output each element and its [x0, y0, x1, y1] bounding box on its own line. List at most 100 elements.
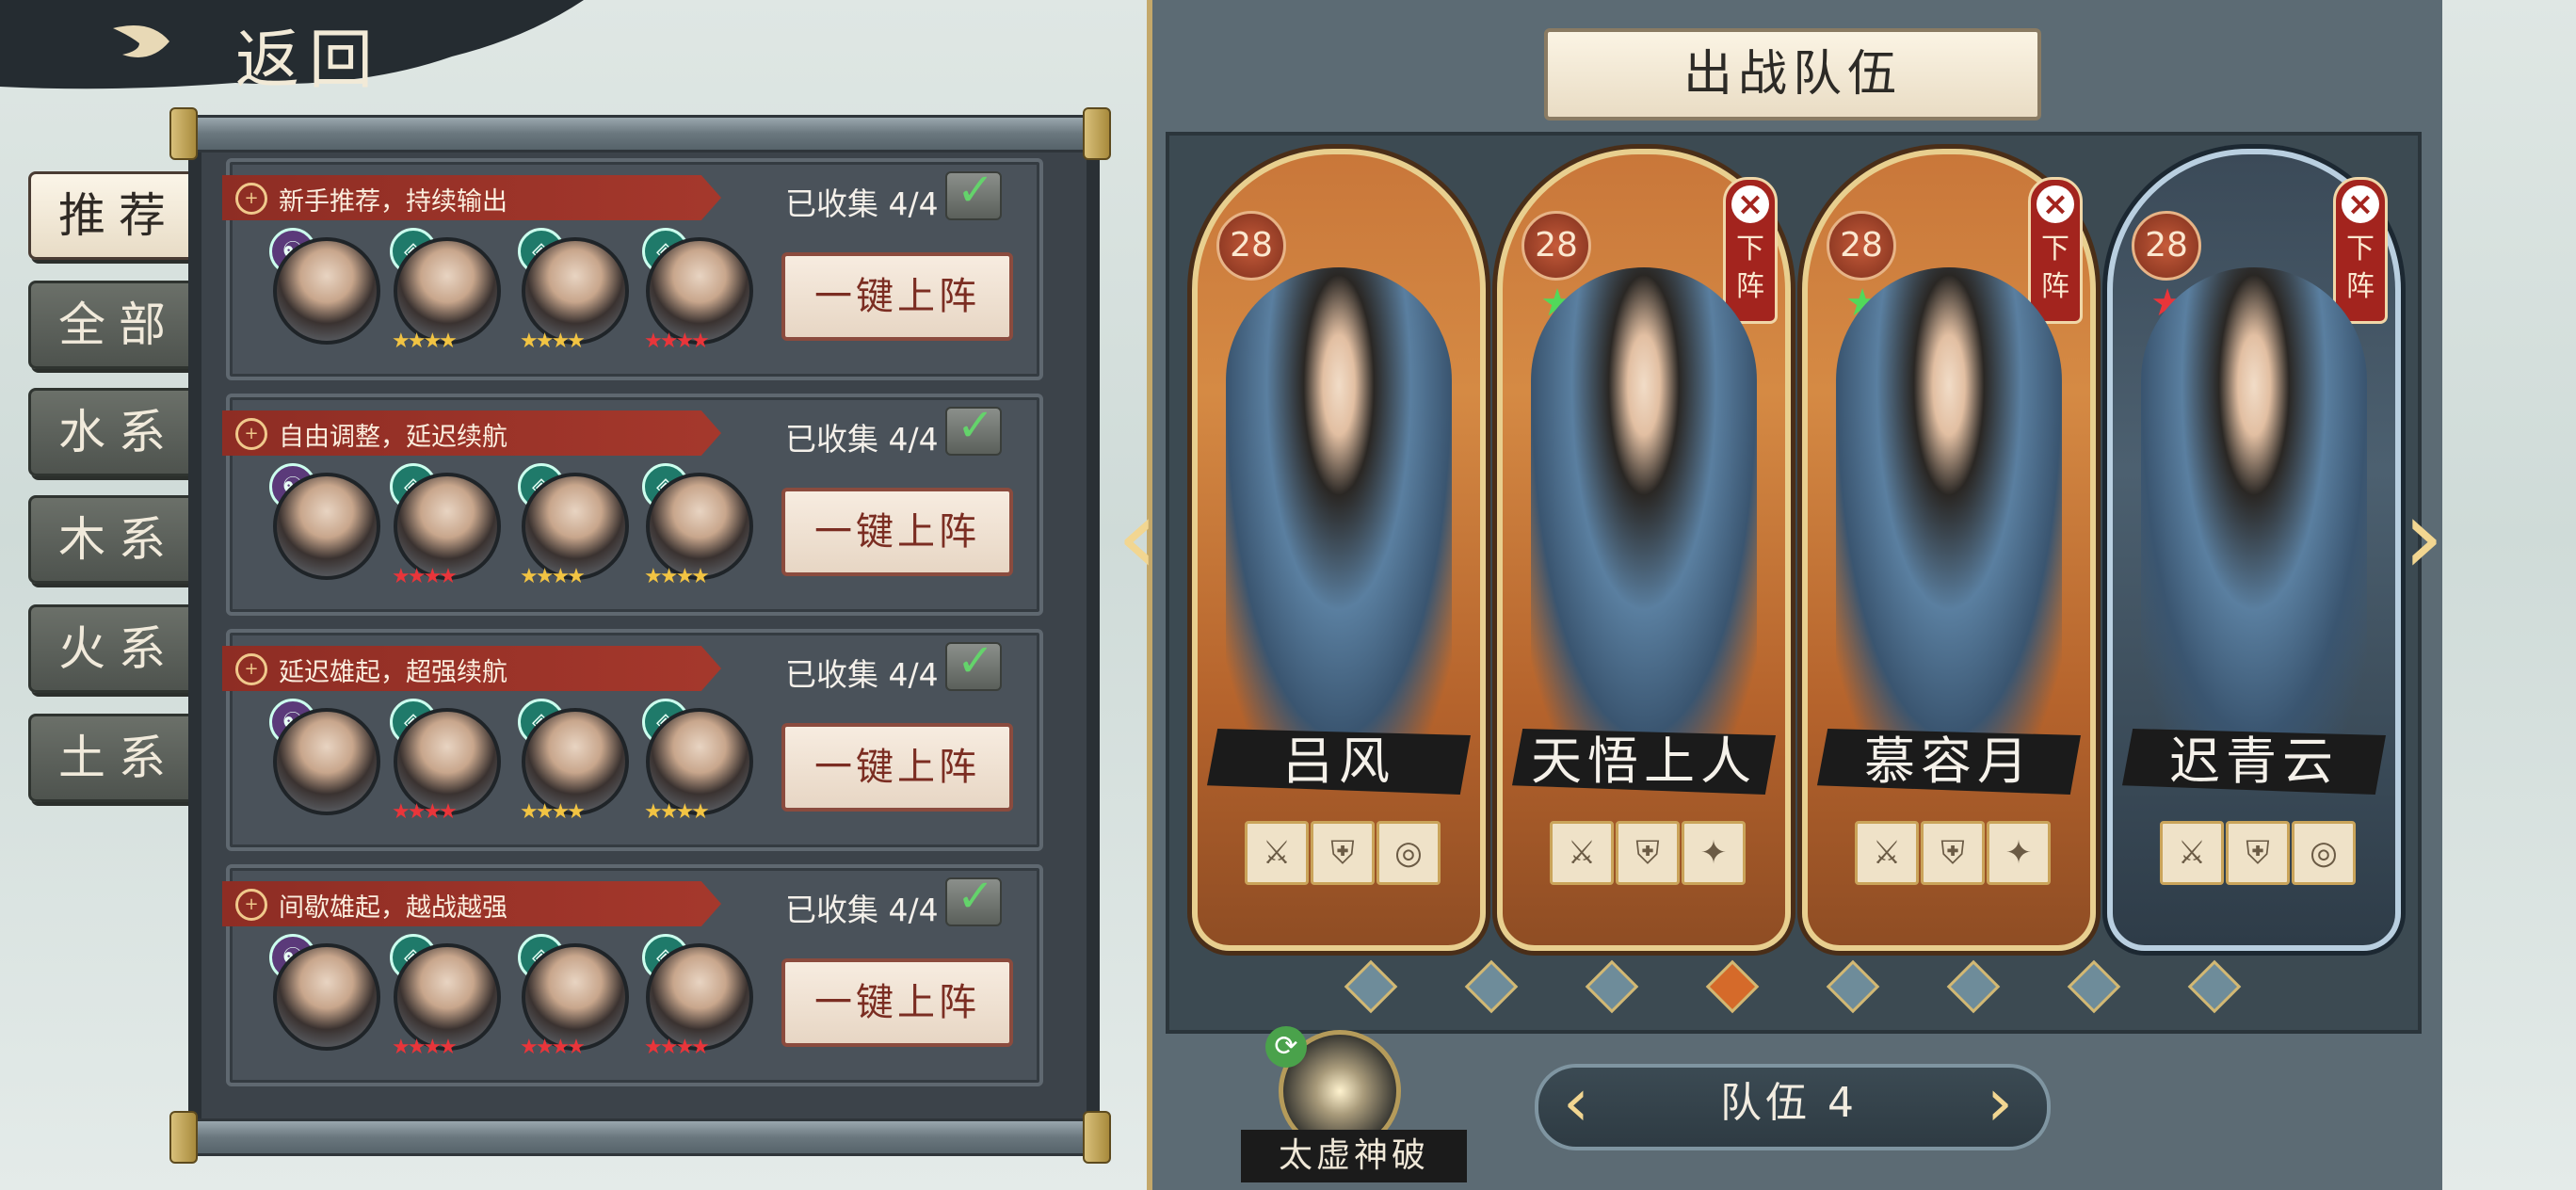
check-icon: ✓ — [957, 870, 995, 923]
one-click-deploy-button[interactable]: 一键上阵 — [781, 252, 1013, 341]
shield-icon[interactable]: ◎ — [2292, 821, 2356, 885]
accessory-icon[interactable]: ✦ — [1682, 821, 1746, 885]
scroll-cap — [169, 107, 198, 160]
star-rating: ★★★★ — [520, 330, 586, 353]
tab-recommend[interactable]: 推荐 — [28, 171, 209, 260]
scroll-cap — [1083, 107, 1111, 160]
hero-avatar[interactable] — [522, 708, 629, 815]
hero-avatar[interactable] — [394, 943, 501, 1051]
check-icon: ✓ — [957, 164, 995, 217]
hero-avatar[interactable] — [646, 708, 753, 815]
hero-portrait — [2141, 267, 2367, 738]
star-rating: ★★★★ — [392, 565, 458, 588]
level-badge: 28 — [1216, 211, 1286, 281]
collected-count: 已收集 4/4 — [785, 421, 939, 458]
hero-avatar[interactable] — [522, 237, 629, 345]
tab-earth[interactable]: 土系 — [28, 714, 209, 802]
hero-avatar[interactable] — [394, 708, 501, 815]
hero-name: 吕风 — [1207, 729, 1471, 795]
hero-portrait — [1836, 267, 2062, 738]
tab-all[interactable]: 全部 — [28, 281, 209, 369]
hero-avatar[interactable] — [646, 237, 753, 345]
scroll-rod-bottom — [174, 1118, 1103, 1156]
team-title: 出战队伍 — [1544, 28, 2041, 121]
hero-avatar[interactable] — [273, 237, 380, 345]
hero-avatar[interactable] — [646, 473, 753, 580]
close-icon: × — [1731, 185, 1769, 223]
collected-count: 已收集 4/4 — [785, 892, 939, 928]
scroll-cap — [169, 1111, 198, 1164]
level-badge: 28 — [1827, 211, 1896, 281]
recommend-row: + 延迟雄起，超强续航 已收集 4/4 ✓ ☯ ◈ ★★★★ ◈ ★★★★ ◈ … — [222, 629, 1043, 851]
level-badge: 28 — [2132, 211, 2201, 281]
hero-name: 慕容月 — [1817, 729, 2081, 795]
prev-team-icon[interactable]: ‹ — [1563, 1069, 1589, 1135]
tab-wood[interactable]: 木系 — [28, 495, 209, 584]
magnify-icon[interactable]: + — [235, 183, 267, 215]
armor-icon[interactable]: ⛨ — [2226, 821, 2290, 885]
star-rating: ★★★★ — [520, 800, 586, 824]
one-click-deploy-button[interactable]: 一键上阵 — [781, 723, 1013, 812]
remove-button[interactable]: × 下阵 — [1723, 177, 1778, 324]
recommend-title: 新手推荐，持续输出 — [279, 187, 507, 217]
star-rating: ★★★★ — [644, 800, 710, 824]
armor-icon[interactable]: ⛨ — [1311, 821, 1375, 885]
check-icon: ✓ — [957, 399, 995, 452]
one-click-deploy-button[interactable]: 一键上阵 — [781, 488, 1013, 576]
spear-icon[interactable]: ⚔ — [2160, 821, 2224, 885]
remove-label: 下阵 — [1736, 233, 1764, 303]
weapon-icon[interactable]: ⚔ — [1550, 821, 1614, 885]
recommend-row: + 间歇雄起，越战越强 已收集 4/4 ✓ ☯ ◈ ★★★★ ◈ ★★★★ ◈ … — [222, 864, 1043, 1086]
pouch-icon[interactable]: ✦ — [1987, 821, 2051, 885]
hero-card[interactable]: 28 ★★★★★ × 下阵 慕容月 ⚔ ⛨ ✦ — [1802, 149, 2096, 951]
star-rating: ★★★★ — [392, 800, 458, 824]
refresh-icon[interactable]: ⟳ — [1265, 1026, 1307, 1068]
boots-icon[interactable]: ⛨ — [1921, 821, 1985, 885]
hero-name: 天悟上人 — [1512, 729, 1776, 795]
back-label[interactable]: 返回 — [235, 8, 382, 101]
next-arrow-icon[interactable]: › — [2403, 485, 2459, 588]
hero-portrait — [1531, 267, 1757, 738]
scroll-rod-top — [174, 115, 1103, 153]
spear-icon[interactable]: ⚔ — [1855, 821, 1919, 885]
collected-count: 已收集 4/4 — [785, 185, 939, 222]
magnify-icon[interactable]: + — [235, 889, 267, 921]
ring-icon[interactable]: ◎ — [1377, 821, 1441, 885]
one-click-deploy-button[interactable]: 一键上阵 — [781, 958, 1013, 1047]
remove-button[interactable]: × 下阵 — [2028, 177, 2083, 324]
hero-avatar[interactable] — [394, 473, 501, 580]
remove-button[interactable]: × 下阵 — [2333, 177, 2388, 324]
sword-icon[interactable]: ⚔ — [1245, 821, 1309, 885]
next-team-icon[interactable]: › — [1987, 1069, 2013, 1135]
tab-fire[interactable]: 火系 — [28, 604, 209, 693]
robe-icon[interactable]: ⛨ — [1616, 821, 1680, 885]
hero-avatar[interactable] — [394, 237, 501, 345]
star-rating: ★★★★ — [520, 565, 586, 588]
recommend-ribbon: + 间歇雄起，越战越强 — [222, 881, 721, 926]
magnify-icon[interactable]: + — [235, 653, 267, 685]
hero-avatar[interactable] — [273, 708, 380, 815]
hero-name: 迟青云 — [2122, 729, 2386, 795]
hero-card[interactable]: 28 吕风 ⚔ ⛨ ◎ — [1192, 149, 1486, 951]
check-icon: ✓ — [957, 635, 995, 687]
hero-card[interactable]: 28 ★★★★★ × 下阵 迟青云 ⚔ ⛨ ◎ — [2107, 149, 2401, 951]
team-name: 队伍 4 — [1720, 1079, 1858, 1127]
recommend-title: 自由调整，延迟续航 — [279, 423, 507, 452]
star-rating: ★★★★ — [644, 565, 710, 588]
hero-avatar[interactable] — [522, 473, 629, 580]
remove-label: 下阵 — [2346, 233, 2375, 303]
remove-label: 下阵 — [2041, 233, 2069, 303]
tab-water[interactable]: 水系 — [28, 388, 209, 476]
hero-avatar[interactable] — [273, 473, 380, 580]
hero-card[interactable]: 28 ★★★★★ × 下阵 天悟上人 ⚔ ⛨ ✦ — [1497, 149, 1791, 951]
magnify-icon[interactable]: + — [235, 418, 267, 450]
hero-avatar[interactable] — [273, 943, 380, 1051]
recommend-row: + 自由调整，延迟续航 已收集 4/4 ✓ ☯ ◈ ★★★★ ◈ ★★★★ ◈ … — [222, 394, 1043, 616]
prev-arrow-icon[interactable]: ‹ — [1117, 485, 1173, 588]
recommend-title: 间歇雄起，越战越强 — [279, 893, 507, 923]
close-icon: × — [2037, 185, 2074, 223]
recommend-ribbon: + 自由调整，延迟续航 — [222, 410, 721, 456]
hero-avatar[interactable] — [522, 943, 629, 1051]
hero-avatar[interactable] — [646, 943, 753, 1051]
recommend-row: + 新手推荐，持续输出 已收集 4/4 ✓ ☯ ◈ ★★★★ ◈ ★★★★ ◈ … — [222, 158, 1043, 380]
